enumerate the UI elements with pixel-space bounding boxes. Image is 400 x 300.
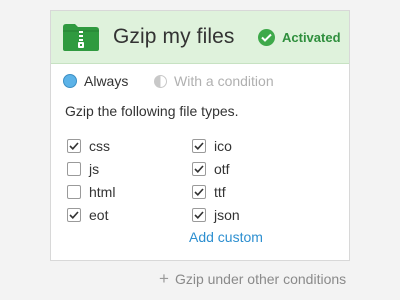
radio-with-condition[interactable]: With a condition bbox=[154, 73, 274, 89]
filetype-label: otf bbox=[214, 161, 230, 177]
plus-icon: + bbox=[159, 269, 169, 288]
filetype-label: js bbox=[89, 161, 100, 177]
filetype-label: css bbox=[89, 138, 110, 154]
filetype-html[interactable]: html bbox=[67, 183, 115, 201]
gzip-settings-card: Gzip my files Activated Always With a co… bbox=[50, 10, 350, 261]
add-custom-link[interactable]: Add custom bbox=[189, 229, 263, 245]
filetype-eot[interactable]: eot bbox=[67, 206, 108, 224]
checkbox[interactable] bbox=[67, 139, 81, 153]
filetype-label: ico bbox=[214, 138, 232, 154]
other-conditions-link[interactable]: + Gzip under other conditions bbox=[159, 269, 347, 288]
radio-label: Always bbox=[84, 73, 129, 89]
checkbox[interactable] bbox=[67, 185, 81, 199]
filetype-list: css js html eot ico otf ttf json bbox=[67, 137, 327, 231]
radio-unchecked-icon bbox=[154, 74, 167, 88]
filetype-ttf[interactable]: ttf bbox=[192, 183, 226, 201]
filetype-label: html bbox=[89, 184, 116, 200]
instruction-text: Gzip the following file types. bbox=[65, 103, 239, 119]
checkbox[interactable] bbox=[67, 162, 81, 176]
filetype-label: eot bbox=[89, 207, 109, 223]
checkbox[interactable] bbox=[192, 185, 206, 199]
card-header: Gzip my files Activated bbox=[51, 11, 349, 64]
filetype-label: json bbox=[214, 207, 240, 223]
mode-radio-group: Always With a condition bbox=[63, 71, 337, 93]
checkbox[interactable] bbox=[192, 139, 206, 153]
card-title: Gzip my files bbox=[113, 25, 235, 48]
zip-folder-icon bbox=[63, 24, 99, 51]
radio-label: With a condition bbox=[174, 73, 274, 89]
filetype-ico[interactable]: ico bbox=[192, 137, 232, 155]
filetype-js[interactable]: js bbox=[67, 160, 99, 178]
status-badge: Activated bbox=[258, 28, 341, 46]
filetype-css[interactable]: css bbox=[67, 137, 110, 155]
checkbox[interactable] bbox=[192, 208, 206, 222]
filetype-json[interactable]: json bbox=[192, 206, 240, 224]
other-conditions-label: Gzip under other conditions bbox=[174, 271, 347, 287]
status-text: Activated bbox=[282, 29, 341, 45]
checkbox[interactable] bbox=[67, 208, 81, 222]
checkbox[interactable] bbox=[192, 162, 206, 176]
check-circle-icon bbox=[258, 28, 275, 46]
filetype-label: ttf bbox=[214, 184, 226, 200]
radio-always[interactable]: Always bbox=[63, 73, 128, 89]
radio-checked-icon bbox=[63, 74, 77, 88]
filetype-otf[interactable]: otf bbox=[192, 160, 230, 178]
